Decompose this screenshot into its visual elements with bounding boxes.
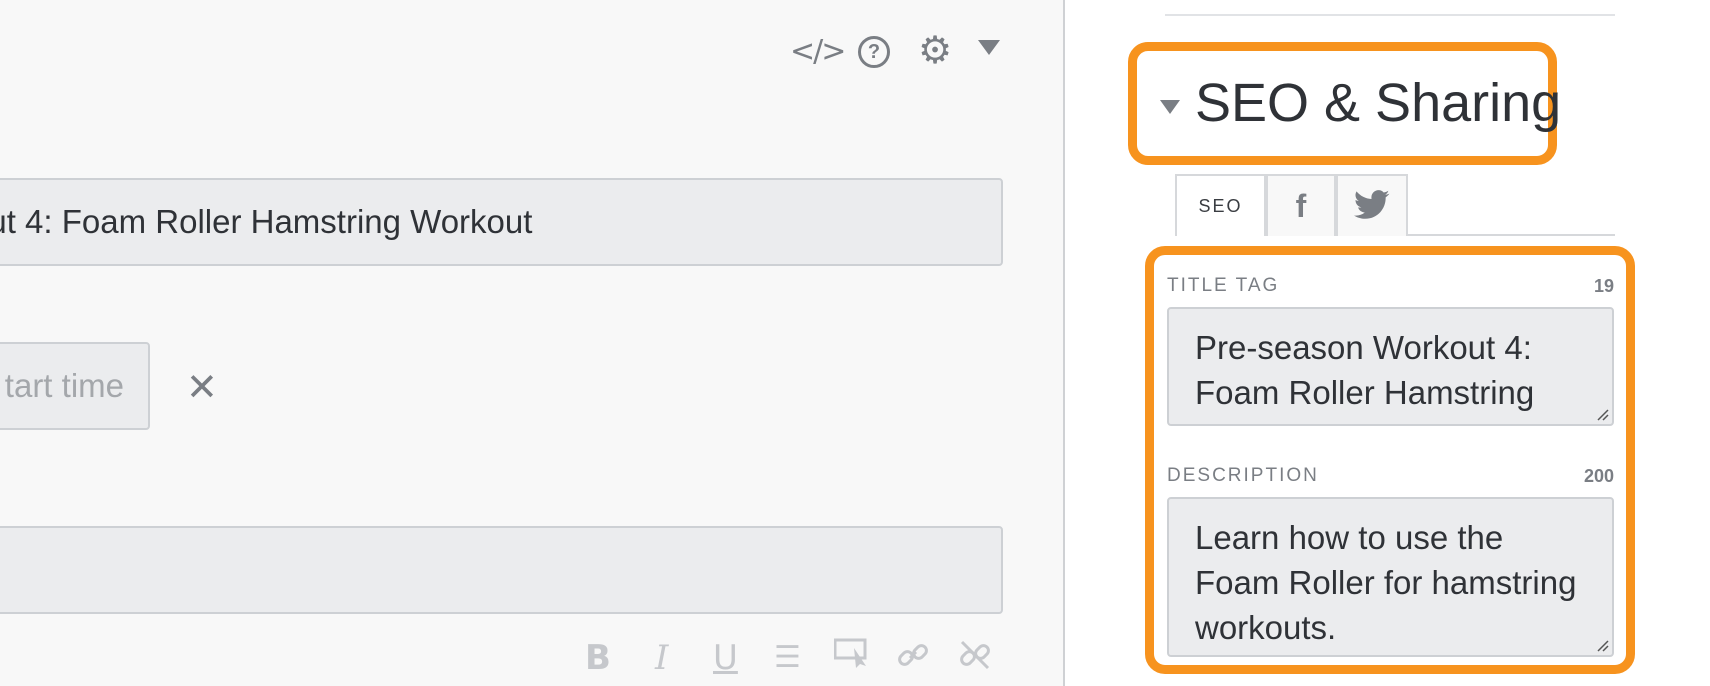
link-glyph bbox=[898, 644, 928, 666]
start-time-placeholder: tart time bbox=[4, 367, 124, 404]
link-icon[interactable] bbox=[896, 638, 930, 683]
unlink-icon[interactable] bbox=[958, 638, 992, 683]
resize-grip-icon[interactable] bbox=[1595, 638, 1609, 652]
help-icon[interactable]: ? bbox=[858, 36, 890, 68]
list-icon[interactable]: ☰ bbox=[774, 638, 801, 678]
select-cursor-glyph bbox=[833, 638, 867, 668]
title-tag-count: 19 bbox=[1593, 276, 1614, 296]
sidebar-top-divider bbox=[1165, 14, 1615, 16]
bold-icon[interactable]: B bbox=[585, 638, 611, 678]
section-title[interactable]: SEO & Sharing bbox=[1195, 70, 1561, 136]
description-textarea[interactable]: Learn how to use the Foam Roller for ham… bbox=[1167, 497, 1614, 657]
post-title-text: out 4: Foam Roller Hamstring Workout bbox=[0, 203, 533, 240]
description-text: Learn how to use the Foam Roller for ham… bbox=[1195, 519, 1577, 646]
title-tag-text: Pre-season Workout 4: Foam Roller Hamstr… bbox=[1195, 329, 1535, 424]
clear-start-time-icon[interactable]: ✕ bbox=[186, 368, 218, 406]
unlink-glyph bbox=[960, 640, 990, 670]
select-cursor-icon[interactable] bbox=[833, 638, 870, 679]
code-view-icon[interactable]: </> bbox=[790, 34, 846, 69]
gear-icon[interactable]: ⚙ bbox=[918, 30, 952, 70]
start-time-input[interactable]: tart time bbox=[0, 342, 150, 430]
twitter-icon bbox=[1354, 190, 1390, 219]
chevron-down-icon[interactable] bbox=[978, 40, 1000, 55]
underline-icon[interactable]: U bbox=[713, 638, 738, 678]
italic-icon[interactable]: I bbox=[655, 638, 668, 678]
description-label: DESCRIPTION bbox=[1167, 465, 1319, 486]
post-title-input[interactable]: out 4: Foam Roller Hamstring Workout bbox=[0, 178, 1003, 266]
collapse-caret-icon[interactable] bbox=[1160, 100, 1180, 114]
tab-twitter[interactable] bbox=[1336, 174, 1408, 236]
facebook-icon: f bbox=[1295, 188, 1307, 224]
tab-facebook[interactable]: f bbox=[1266, 174, 1336, 236]
body-input[interactable] bbox=[0, 526, 1003, 614]
tab-seo[interactable]: SEO bbox=[1175, 174, 1266, 236]
resize-grip-icon[interactable] bbox=[1595, 407, 1609, 421]
description-count: 200 bbox=[1583, 466, 1614, 486]
title-tag-label: TITLE TAG bbox=[1167, 275, 1280, 296]
title-tag-textarea[interactable]: Pre-season Workout 4: Foam Roller Hamstr… bbox=[1167, 307, 1614, 426]
